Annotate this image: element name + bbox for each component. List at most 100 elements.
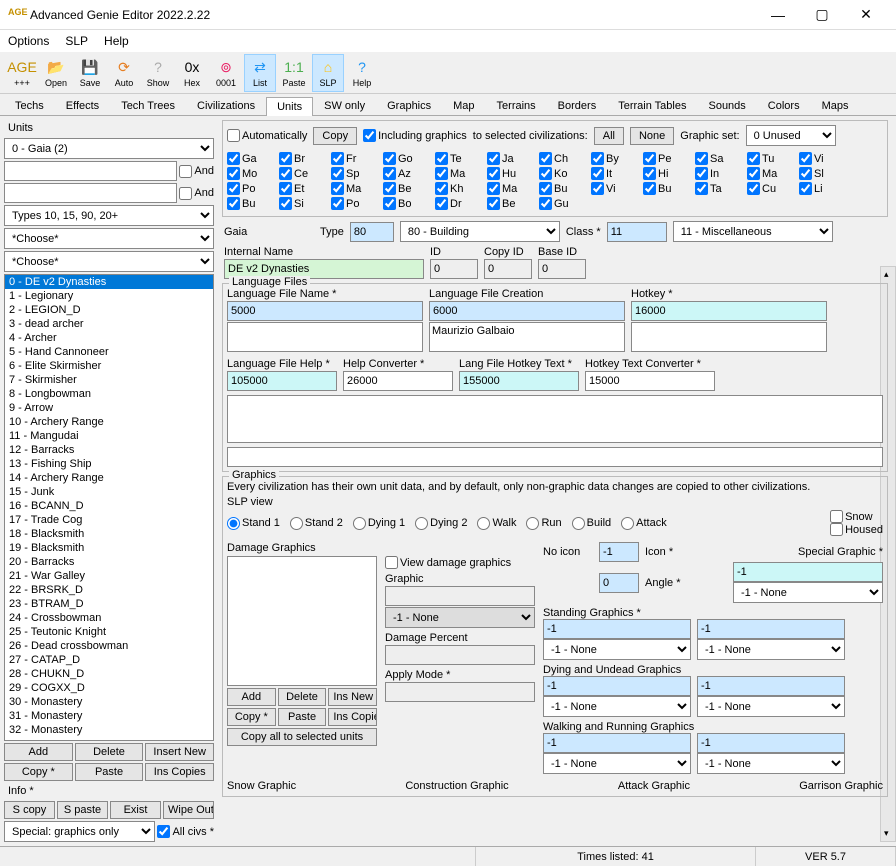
- menu-help[interactable]: Help: [104, 34, 129, 48]
- list-item[interactable]: 27 - CATAP_D: [5, 653, 213, 667]
- list-item[interactable]: 10 - Archery Range: [5, 415, 213, 429]
- list-item[interactable]: 12 - Barracks: [5, 443, 213, 457]
- none-civs-button[interactable]: None: [630, 127, 674, 145]
- 0001-button[interactable]: ⊚0001: [210, 54, 242, 92]
- list-item[interactable]: 23 - BTRAM_D: [5, 597, 213, 611]
- civ-ma[interactable]: Ma: [331, 182, 375, 195]
- tab-colors[interactable]: Colors: [757, 96, 811, 115]
- lang-help-text[interactable]: [227, 395, 883, 443]
- civ-ko[interactable]: Ko: [539, 167, 583, 180]
- list-item[interactable]: 22 - BRSRK_D: [5, 583, 213, 597]
- civ-kh[interactable]: Kh: [435, 182, 479, 195]
- auto-checkbox[interactable]: [227, 129, 240, 142]
- civ-br[interactable]: Br: [279, 152, 323, 165]
- list-item[interactable]: 18 - Blacksmith: [5, 527, 213, 541]
- menu-options[interactable]: Options: [8, 34, 49, 48]
- tab-map[interactable]: Map: [442, 96, 485, 115]
- civ-select[interactable]: 0 - Gaia (2): [4, 138, 214, 159]
- hotkey-conv-input[interactable]: [585, 371, 715, 391]
- list-item[interactable]: 30 - Monastery: [5, 695, 213, 709]
- civ-it[interactable]: It: [591, 167, 635, 180]
- list-item[interactable]: 21 - War Galley: [5, 569, 213, 583]
- lang-creation-input[interactable]: [429, 301, 625, 321]
- civ-vi[interactable]: Vi: [799, 152, 843, 165]
- and-checkbox-2[interactable]: [179, 187, 192, 200]
- special-input[interactable]: [733, 562, 883, 582]
- s-paste-button[interactable]: S paste: [57, 801, 108, 819]
- dying-select-0[interactable]: -1 - None: [543, 696, 691, 717]
- unit-list[interactable]: 0 - DE v2 Dynasties1 - Legionary2 - LEGI…: [4, 274, 214, 741]
- show-button[interactable]: ?Show: [142, 54, 174, 92]
- delete-button[interactable]: Delete: [75, 743, 144, 761]
- list-item[interactable]: 8 - Longbowman: [5, 387, 213, 401]
- lang-name-text[interactable]: [227, 322, 423, 352]
- dg-copy-all[interactable]: Copy all to selected units: [227, 728, 377, 746]
- standing-select-0[interactable]: -1 - None: [543, 639, 691, 660]
- civ-az[interactable]: Az: [383, 167, 427, 180]
- civ-ce[interactable]: Ce: [279, 167, 323, 180]
- list-button[interactable]: ⇄List: [244, 54, 276, 92]
- list-item[interactable]: 16 - BCANN_D: [5, 499, 213, 513]
- lang-help-text2[interactable]: [227, 447, 883, 467]
- hotkey-text-input[interactable]: [459, 371, 579, 391]
- snow-checkbox[interactable]: Snow: [830, 510, 883, 523]
- list-item[interactable]: 29 - COGXX_D: [5, 681, 213, 695]
- civ-cu[interactable]: Cu: [747, 182, 791, 195]
- civ-si[interactable]: Si: [279, 197, 323, 210]
- list-item[interactable]: 2 - LEGION_D: [5, 303, 213, 317]
- slp-view-build[interactable]: Build: [572, 517, 611, 530]
- civ-fr[interactable]: Fr: [331, 152, 375, 165]
- list-item[interactable]: 31 - Monastery: [5, 709, 213, 723]
- damage-graphics-list[interactable]: [227, 556, 377, 686]
- civ-dr[interactable]: Dr: [435, 197, 479, 210]
- dg-delete[interactable]: Delete: [278, 688, 327, 706]
- civ-li[interactable]: Li: [799, 182, 843, 195]
- dg-copy[interactable]: Copy *: [227, 708, 276, 726]
- list-item[interactable]: 32 - Monastery: [5, 723, 213, 737]
- maximize-button[interactable]: ▢: [800, 1, 844, 29]
- dying-input-0[interactable]: [543, 676, 691, 696]
- civ-pe[interactable]: Pe: [643, 152, 687, 165]
- view-damage-checkbox[interactable]: [385, 556, 398, 569]
- civ-sl[interactable]: Sl: [799, 167, 843, 180]
- civ-vi[interactable]: Vi: [591, 182, 635, 195]
- list-item[interactable]: 13 - Fishing Ship: [5, 457, 213, 471]
- menu-slp[interactable]: SLP: [65, 34, 88, 48]
- icon-input[interactable]: [599, 542, 639, 562]
- special-select[interactable]: -1 - None: [733, 582, 883, 603]
- types-filter[interactable]: Types 10, 15, 90, 20+: [4, 205, 214, 226]
- lang-help-input[interactable]: [227, 371, 337, 391]
- civ-go[interactable]: Go: [383, 152, 427, 165]
- paste-button[interactable]: 1:1Paste: [278, 54, 310, 92]
- class-select[interactable]: 11 - Miscellaneous: [673, 221, 833, 242]
- standing-select-1[interactable]: -1 - None: [697, 639, 845, 660]
- civ-in[interactable]: In: [695, 167, 739, 180]
- all-civs-button[interactable]: All: [594, 127, 624, 145]
- lang-creation-text[interactable]: Maurizio Galbaio: [429, 322, 625, 352]
- special-select[interactable]: Special: graphics only: [4, 821, 155, 842]
- tab-graphics[interactable]: Graphics: [376, 96, 442, 115]
- paste-button[interactable]: Paste: [75, 763, 144, 781]
- slp-view-stand1[interactable]: Stand 1: [227, 517, 280, 530]
- ins-copies-button[interactable]: Ins Copies: [145, 763, 214, 781]
- slp-view-dying1[interactable]: Dying 1: [353, 517, 405, 530]
- all-civs-checkbox[interactable]: [157, 825, 170, 838]
- dg-ins-copies[interactable]: Ins Copies: [328, 708, 377, 726]
- dg-add[interactable]: Add: [227, 688, 276, 706]
- class-input[interactable]: [607, 222, 667, 242]
- list-item[interactable]: 17 - Trade Cog: [5, 513, 213, 527]
- list-item[interactable]: 0 - DE v2 Dynasties: [5, 275, 213, 289]
- civ-ga[interactable]: Ga: [227, 152, 271, 165]
- hex-button[interactable]: 0xHex: [176, 54, 208, 92]
- civ-bo[interactable]: Bo: [383, 197, 427, 210]
- copy-civ-button[interactable]: Copy: [313, 127, 357, 145]
- list-item[interactable]: 25 - Teutonic Knight: [5, 625, 213, 639]
- dg-paste[interactable]: Paste: [278, 708, 327, 726]
- dg-ins-new[interactable]: Ins New: [328, 688, 377, 706]
- choose-2[interactable]: *Choose*: [4, 251, 214, 272]
- list-item[interactable]: 26 - Dead crossbowman: [5, 639, 213, 653]
- auto-button[interactable]: ⟳Auto: [108, 54, 140, 92]
- age-icon[interactable]: AGE+++: [6, 54, 38, 92]
- add-button[interactable]: Add: [4, 743, 73, 761]
- civ-et[interactable]: Et: [279, 182, 323, 195]
